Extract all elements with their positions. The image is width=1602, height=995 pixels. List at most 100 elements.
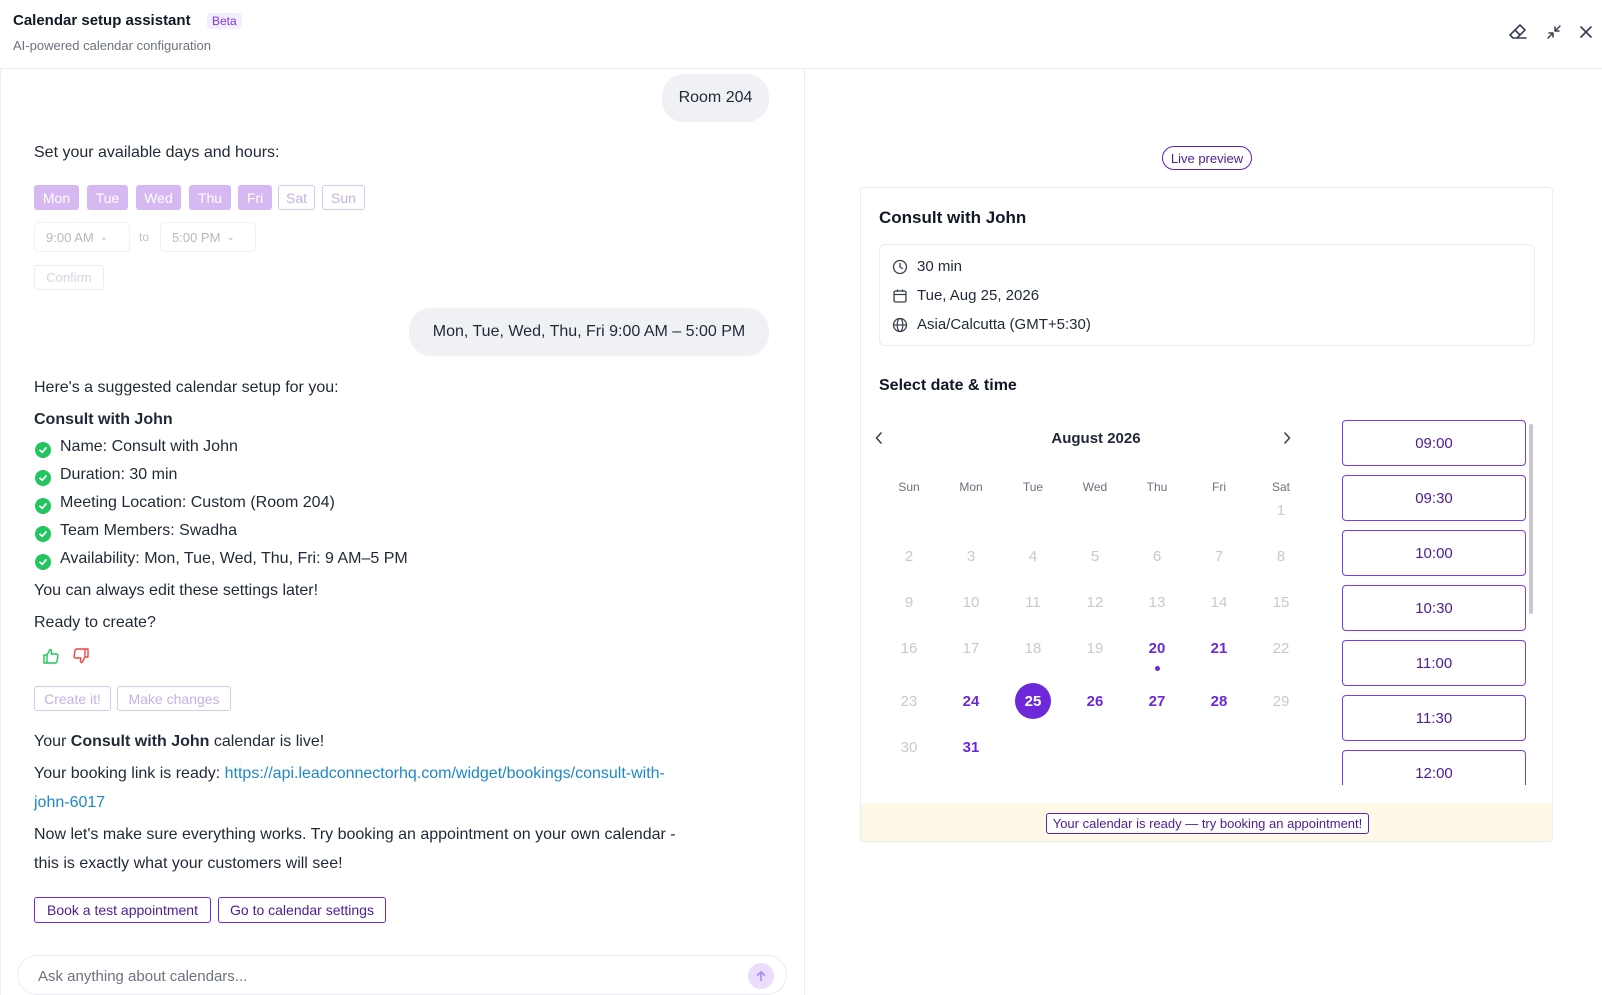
calendar-day-14: 14 bbox=[1210, 593, 1228, 611]
arrow-up-icon bbox=[756, 971, 766, 982]
suggestion-intro: Here's a suggested calendar setup for yo… bbox=[34, 379, 339, 396]
booking-pre: Your booking link is ready: bbox=[34, 765, 225, 782]
live-preview-badge: Live preview bbox=[1162, 146, 1252, 170]
ready-banner: Your calendar is ready — try booking an … bbox=[861, 803, 1552, 841]
check-icon bbox=[35, 470, 51, 486]
confirm-button[interactable]: Confirm bbox=[34, 265, 104, 290]
calendar-icon bbox=[893, 289, 907, 303]
close-icon[interactable] bbox=[1574, 20, 1598, 44]
calendar-day-27[interactable]: 27 bbox=[1137, 683, 1177, 719]
thumbs-down-icon[interactable] bbox=[72, 647, 90, 670]
day-chip-sat[interactable]: Sat bbox=[278, 185, 315, 210]
chevron-right-icon bbox=[1284, 432, 1291, 444]
weekday-mon: Mon bbox=[959, 480, 983, 494]
ready-question: Ready to create? bbox=[34, 614, 156, 631]
calendar-day-24[interactable]: 24 bbox=[951, 683, 991, 719]
calendar-day-7: 7 bbox=[1214, 547, 1224, 565]
minimize-icon[interactable] bbox=[1542, 20, 1566, 44]
thumbs-up-icon[interactable] bbox=[42, 647, 60, 670]
live-post: calendar is live! bbox=[209, 733, 325, 750]
calendar-day-19: 19 bbox=[1086, 639, 1104, 657]
slots-scrollbar[interactable] bbox=[1529, 424, 1533, 614]
day-chip-sun[interactable]: Sun bbox=[322, 185, 365, 210]
time-slot-0900[interactable]: 09:00 bbox=[1342, 420, 1526, 466]
next-month-button[interactable] bbox=[1277, 428, 1297, 448]
calendar-day-10: 10 bbox=[962, 593, 980, 611]
time-slot-1200[interactable]: 12:00 bbox=[1342, 750, 1526, 785]
time-slot-1130[interactable]: 11:30 bbox=[1342, 695, 1526, 741]
to-label: to bbox=[139, 230, 150, 244]
calendar-day-3: 3 bbox=[966, 547, 976, 565]
live-pre: Your bbox=[34, 733, 71, 750]
time-slot-0930[interactable]: 09:30 bbox=[1342, 475, 1526, 521]
month-label: August 2026 bbox=[1051, 430, 1141, 447]
time-slot-1100[interactable]: 11:00 bbox=[1342, 640, 1526, 686]
calendar-day-18: 18 bbox=[1024, 639, 1042, 657]
make-changes-button[interactable]: Make changes bbox=[117, 686, 231, 711]
calendar-day-16: 16 bbox=[900, 639, 918, 657]
go-to-settings-button[interactable]: Go to calendar settings bbox=[218, 897, 386, 923]
live-message: Your Consult with John calendar is live! bbox=[34, 733, 324, 751]
end-time-value: 5:00 PM bbox=[172, 229, 221, 245]
booking-link-cont[interactable]: john-6017 bbox=[34, 794, 105, 812]
calendar-day-29: 29 bbox=[1272, 692, 1290, 710]
time-slot-1030[interactable]: 10:30 bbox=[1342, 585, 1526, 631]
chevron-down-icon: ⌄ bbox=[226, 231, 235, 243]
end-time-select[interactable]: 5:00 PM ⌄ bbox=[160, 222, 256, 252]
day-chip-wed[interactable]: Wed bbox=[136, 185, 181, 210]
calendar-day-26[interactable]: 26 bbox=[1075, 683, 1115, 719]
calendar-day-23: 23 bbox=[900, 692, 918, 710]
book-test-appointment-button[interactable]: Book a test appointment bbox=[34, 897, 211, 923]
checklist-item: Availability: Mon, Tue, Wed, Thu, Fri: 9… bbox=[60, 550, 408, 567]
weekday-fri: Fri bbox=[1212, 480, 1226, 494]
window-title: Calendar setup assistant bbox=[13, 12, 191, 29]
check-icon bbox=[35, 498, 51, 514]
day-chip-thu[interactable]: Thu bbox=[189, 185, 231, 210]
calendar-day-2: 2 bbox=[904, 547, 914, 565]
test-instructions-1: Now let's make sure everything works. Tr… bbox=[34, 826, 676, 843]
clock-icon bbox=[892, 259, 908, 274]
calendar-day-4: 4 bbox=[1028, 547, 1038, 565]
calendar-day-8: 8 bbox=[1276, 547, 1286, 565]
calendar-day-22: 22 bbox=[1272, 639, 1290, 657]
calendar-day-21[interactable]: 21 bbox=[1199, 630, 1239, 666]
calendar-day-31[interactable]: 31 bbox=[951, 729, 991, 765]
calendar-day-12: 12 bbox=[1086, 593, 1104, 611]
time-slot-1000[interactable]: 10:00 bbox=[1342, 530, 1526, 576]
calendar-day-17: 17 bbox=[962, 639, 980, 657]
booking-link[interactable]: https://api.leadconnectorhq.com/widget/b… bbox=[225, 765, 665, 782]
eraser-icon[interactable] bbox=[1506, 20, 1530, 44]
time-slot-list: 09:00 09:30 10:00 10:30 11:00 11:30 12:00 bbox=[1342, 420, 1534, 785]
day-chip-tue[interactable]: Tue bbox=[87, 185, 128, 210]
weekday-tue: Tue bbox=[1022, 480, 1044, 494]
window-subtitle: AI-powered calendar configuration bbox=[13, 38, 212, 53]
weekday-wed: Wed bbox=[1082, 480, 1108, 494]
globe-icon bbox=[892, 317, 908, 332]
calendar-day-13: 13 bbox=[1148, 593, 1166, 611]
header: Calendar setup assistant Beta AI-powered… bbox=[0, 0, 1602, 69]
calendar-day-28[interactable]: 28 bbox=[1199, 683, 1239, 719]
calendar-day-25[interactable]: 25 bbox=[1013, 683, 1053, 719]
day-chip-mon[interactable]: Mon bbox=[34, 185, 79, 210]
day-chip-fri[interactable]: Fri bbox=[238, 185, 272, 210]
chevron-down-icon: ⌄ bbox=[99, 231, 109, 243]
calendar-day-9: 9 bbox=[904, 593, 914, 611]
suggestion-title: Consult with John bbox=[34, 411, 173, 428]
calendar-day-6: 6 bbox=[1152, 547, 1162, 565]
send-button[interactable] bbox=[748, 963, 774, 989]
prev-month-button[interactable] bbox=[869, 428, 889, 448]
message-text: Room 204 bbox=[678, 89, 753, 106]
select-date-title: Select date & time bbox=[879, 377, 1017, 394]
message-text: Mon, Tue, Wed, Thu, Fri 9:00 AM – 5:00 P… bbox=[432, 323, 746, 340]
chat-input[interactable] bbox=[38, 965, 718, 987]
checklist-item: Duration: 30 min bbox=[60, 466, 178, 483]
start-time-select[interactable]: 9:00 AM ⌄ bbox=[34, 222, 130, 252]
checklist-item: Name: Consult with John bbox=[60, 438, 238, 455]
duration-text: 30 min bbox=[917, 258, 963, 275]
check-icon bbox=[35, 442, 51, 458]
calendar-day-20[interactable]: 20 bbox=[1137, 630, 1177, 666]
check-icon bbox=[35, 554, 51, 570]
calendar-assistant-window: Calendar setup assistant Beta AI-powered… bbox=[0, 0, 1602, 995]
weekday-sun: Sun bbox=[898, 480, 920, 494]
create-it-button[interactable]: Create it! bbox=[34, 686, 111, 711]
